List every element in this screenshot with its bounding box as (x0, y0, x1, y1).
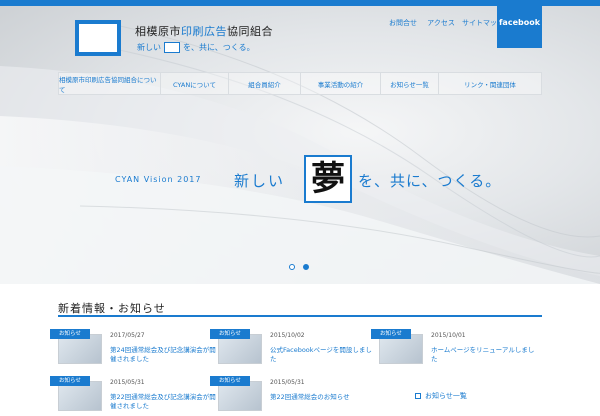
facebook-button[interactable]: facebook (497, 6, 542, 48)
catch-copy-post: を、共に、つくる。 (358, 172, 502, 190)
top-link-access[interactable]: アクセス (424, 6, 458, 28)
news-link[interactable]: 公式Facebookページを開設しました (270, 346, 378, 364)
nav-item-about-union[interactable]: 相模原市印刷広告協同組合について (59, 73, 161, 94)
org-name-pre: 相模原市 (135, 25, 181, 38)
slider-dot-1[interactable] (289, 264, 295, 270)
news-tag: お知らせ (50, 376, 90, 386)
nav-item-news[interactable]: お知らせ一覧 (381, 73, 439, 94)
news-item[interactable]: お知らせ 2017/05/27 第24回通常総会及び記念講演会が開催されました (50, 329, 218, 369)
nav-item-members[interactable]: 組合員紹介 (229, 73, 301, 94)
tagline-box-mark (164, 42, 180, 53)
nav-item-activities[interactable]: 事業活動の紹介 (301, 73, 381, 94)
square-icon (415, 393, 421, 399)
tagline-pre: 新しい (137, 43, 161, 52)
news-link[interactable]: 第22回通常総会及び記念講演会が開催されました (110, 393, 218, 411)
news-date: 2015/05/31 (270, 379, 305, 386)
news-divider (58, 315, 542, 317)
catch-copy-pre: 新しい (234, 172, 286, 190)
news-item[interactable]: お知らせ 2015/05/31 第22回通常総会のお知らせ (210, 376, 378, 416)
news-date: 2015/10/01 (431, 332, 466, 339)
news-item[interactable]: お知らせ 2015/10/01 ホームページをリニューアルしました (371, 329, 539, 369)
org-name[interactable]: 相模原市印刷広告協同組合 (135, 23, 273, 39)
news-date: 2015/10/02 (270, 332, 305, 339)
news-tag: お知らせ (50, 329, 90, 339)
news-tag: お知らせ (210, 329, 250, 339)
news-item[interactable]: お知らせ 2015/05/31 第22回通常総会及び記念講演会が開催されました (50, 376, 218, 416)
nav-item-links[interactable]: リンク・関連団体 (439, 73, 541, 94)
org-tagline: 新しい を、共に、つくる。 (137, 42, 255, 53)
news-date: 2015/05/31 (110, 379, 145, 386)
tagline-post: を、共に、つくる。 (183, 43, 255, 52)
slider-dot-2[interactable] (303, 264, 309, 270)
news-link[interactable]: 第24回通常総会及び記念講演会が開催されました (110, 346, 218, 364)
news-item[interactable]: お知らせ 2015/10/02 公式Facebookページを開設しました (210, 329, 378, 369)
news-section-title: 新着情報・お知らせ (58, 302, 166, 315)
org-name-highlight: 印刷広告 (181, 25, 227, 38)
news-link[interactable]: 第22回通常総会のお知らせ (270, 393, 378, 402)
vision-label: CYAN Vision 2017 (115, 175, 202, 184)
nav-item-about-cyan[interactable]: CYANについて (161, 73, 229, 94)
slider-pagination (289, 264, 309, 270)
logo-mark[interactable] (75, 20, 121, 56)
news-date: 2017/05/27 (110, 332, 145, 339)
org-name-post: 協同組合 (227, 25, 273, 38)
news-link[interactable]: ホームページをリニューアルしました (431, 346, 539, 364)
global-nav: 相模原市印刷広告協同組合について CYANについて 組合員紹介 事業活動の紹介 … (58, 72, 542, 95)
news-tag: お知らせ (210, 376, 250, 386)
news-tag: お知らせ (371, 329, 411, 339)
catch-kanji: 夢 (311, 159, 345, 199)
top-link-contact[interactable]: お問合せ (382, 6, 424, 28)
top-links: お問合せ アクセス サイトマップ (382, 6, 508, 28)
